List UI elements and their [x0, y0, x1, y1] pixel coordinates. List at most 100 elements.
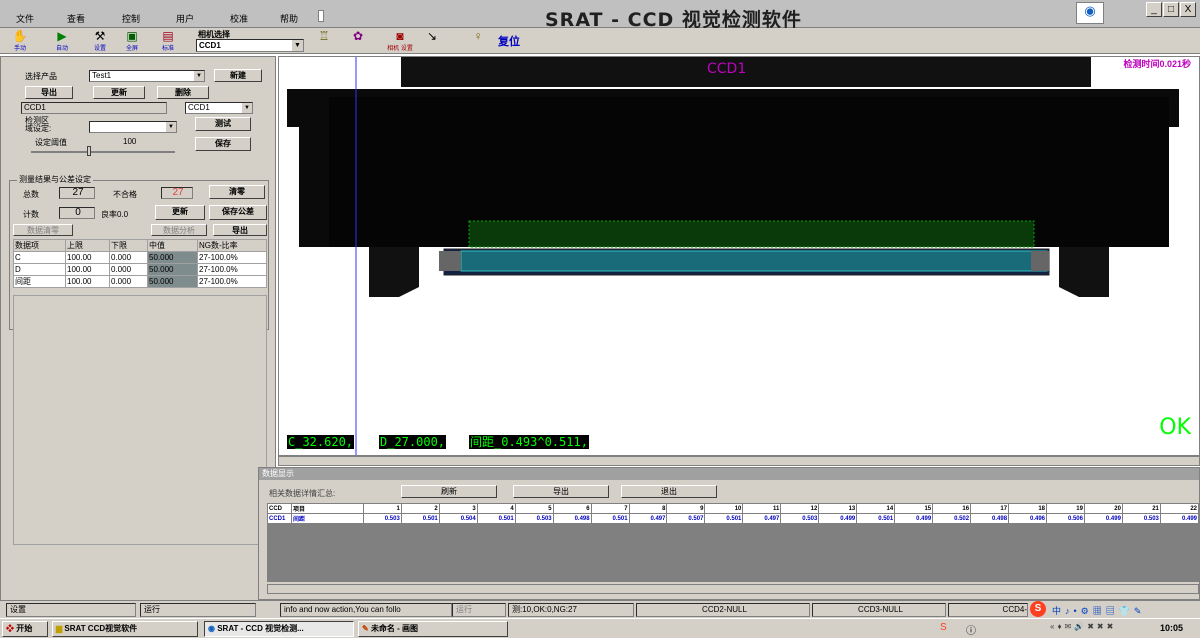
- data-table-cell[interactable]: 0.501: [476, 513, 516, 524]
- horizontal-scrollbar[interactable]: [278, 456, 1200, 466]
- data-table-cell[interactable]: 0.499: [894, 513, 934, 524]
- table-cell[interactable]: 0.000: [109, 263, 148, 276]
- data-table-cell[interactable]: 0.498: [552, 513, 592, 524]
- table-cell[interactable]: 50.000: [147, 251, 198, 264]
- export-button[interactable]: 导出: [25, 86, 73, 99]
- update-results-button[interactable]: 更新: [155, 205, 205, 220]
- auto-button[interactable]: ▶ 自动: [50, 29, 74, 53]
- table-cell[interactable]: 间距: [13, 275, 66, 288]
- menu-file[interactable]: 文件: [16, 12, 34, 25]
- save-button[interactable]: 保存: [195, 137, 251, 151]
- table-cell[interactable]: 27-100.0%: [197, 263, 267, 276]
- table-cell[interactable]: 100.00: [65, 251, 110, 264]
- delete-button[interactable]: 删除: [157, 86, 209, 99]
- data-clear-button[interactable]: 数据清零: [13, 224, 73, 236]
- table-cell[interactable]: C: [13, 251, 66, 264]
- product-select[interactable]: Test1 ▼: [89, 70, 205, 82]
- export-results-button[interactable]: 导出: [213, 224, 267, 236]
- start-button[interactable]: ❖ 开始: [2, 621, 48, 637]
- menu-calibrate[interactable]: 校准: [230, 12, 248, 25]
- threshold-slider[interactable]: [31, 146, 175, 156]
- tripod-button[interactable]: ♖: [312, 29, 336, 53]
- system-tray-icons[interactable]: «♦✉🔊✖✖✖: [1050, 622, 1116, 631]
- taskbar-item-folder[interactable]: ▆ SRAT CCD视觉软件: [52, 621, 198, 637]
- data-table-cell[interactable]: 0.503: [362, 513, 402, 524]
- menu-user[interactable]: 用户: [176, 12, 194, 25]
- data-table-cell[interactable]: 0.507: [666, 513, 706, 524]
- table-cell[interactable]: 0.000: [109, 275, 148, 288]
- minimize-button[interactable]: _: [1146, 2, 1162, 17]
- data-table-cell[interactable]: 0.499: [1159, 513, 1200, 524]
- save-tolerance-button[interactable]: 保存公差: [209, 205, 267, 220]
- table-row[interactable]: D 100.00 0.000 50.000 27-100.0%: [13, 263, 267, 276]
- ccd-left-field[interactable]: CCD1: [21, 102, 167, 114]
- table-header: 数据项: [13, 239, 66, 252]
- table-cell[interactable]: 0.000: [109, 251, 148, 264]
- manual-button[interactable]: ✋ 手动: [8, 29, 32, 53]
- settings-button[interactable]: ⚒ 设置: [88, 29, 112, 53]
- data-table-cell[interactable]: 0.501: [400, 513, 440, 524]
- detect-area-select[interactable]: ▼: [89, 121, 177, 133]
- standard-button[interactable]: ▤ 标准: [156, 29, 180, 53]
- fullscreen-label: 全屏: [125, 46, 138, 52]
- data-table-cell[interactable]: 0.497: [742, 513, 782, 524]
- table-cell[interactable]: D: [13, 263, 66, 276]
- data-table-cell[interactable]: 0.499: [1083, 513, 1123, 524]
- camera-image-pane[interactable]: CCD1 检测时间0.021秒 C_32.620, D_27.000, 间距_0…: [278, 56, 1200, 456]
- data-table-cell[interactable]: 0.499: [818, 513, 858, 524]
- ime-tray-icon[interactable]: S: [940, 622, 947, 633]
- menu-view[interactable]: 查看: [67, 12, 85, 25]
- new-button[interactable]: 新建: [214, 69, 262, 82]
- reset-button[interactable]: 复位: [498, 33, 520, 49]
- key-button[interactable]: ♀: [466, 29, 490, 53]
- data-table-cell[interactable]: 0.501: [704, 513, 744, 524]
- data-table-cell[interactable]: 0.502: [932, 513, 972, 524]
- color-button[interactable]: ✿: [346, 29, 370, 53]
- data-table-cell[interactable]: 0.497: [628, 513, 668, 524]
- data-table-cell[interactable]: 0.503: [1121, 513, 1161, 524]
- camera-settings-button[interactable]: ◙ 相机 设置: [386, 29, 414, 53]
- table-cell[interactable]: 27-100.0%: [197, 251, 267, 264]
- data-table-row[interactable]: CCD1 间距 0.503 0.501 0.504 0.501 0.503 0.498 0.50…: [267, 513, 1200, 524]
- fullscreen-button[interactable]: ▣ 全屏: [120, 29, 144, 53]
- close-button[interactable]: X: [1180, 2, 1196, 17]
- clear-button[interactable]: 清零: [209, 185, 265, 199]
- data-table-cell[interactable]: 0.501: [856, 513, 896, 524]
- camera-select[interactable]: CCD1 ▼: [196, 39, 304, 52]
- help-tray-icon[interactable]: ⓘ: [966, 622, 976, 637]
- table-cell[interactable]: 27-100.0%: [197, 275, 267, 288]
- refresh-button[interactable]: 刷新: [401, 485, 497, 498]
- ime-toolbar-icons[interactable]: 中♪•⚙▦▤👕✎: [1052, 604, 1145, 617]
- data-table-cell[interactable]: 0.503: [514, 513, 554, 524]
- taskbar-item-app[interactable]: ◉ SRAT - CCD 视觉检测...: [204, 621, 354, 637]
- table-row[interactable]: 间距 100.00 0.000 50.000 27-100.0%: [13, 275, 267, 288]
- data-scrollbar[interactable]: [267, 584, 1199, 594]
- table-cell[interactable]: 100.00: [65, 263, 110, 276]
- test-button[interactable]: 测试: [195, 117, 251, 131]
- data-table-cell[interactable]: 间距: [290, 513, 364, 524]
- menu-control[interactable]: 控制: [122, 12, 140, 25]
- taskbar-item-paint[interactable]: ✎ 未命名 - 画图: [358, 621, 508, 637]
- data-table-cell[interactable]: CCD1: [267, 513, 292, 524]
- ime-logo-icon[interactable]: S: [1030, 601, 1046, 617]
- data-table-cell[interactable]: 0.503: [780, 513, 820, 524]
- data-export-button[interactable]: 导出: [513, 485, 609, 498]
- update-button[interactable]: 更新: [93, 86, 145, 99]
- data-table-cell[interactable]: 0.506: [1046, 513, 1085, 524]
- status-run: 运行: [452, 603, 506, 617]
- data-table-cell[interactable]: 0.501: [590, 513, 630, 524]
- table-cell[interactable]: 50.000: [147, 263, 198, 276]
- table-cell[interactable]: 100.00: [65, 275, 110, 288]
- data-table-cell[interactable]: 0.496: [1008, 513, 1048, 524]
- data-analysis-button[interactable]: 数据分析: [151, 224, 207, 236]
- ccd-right-select[interactable]: CCD1 ▼: [185, 102, 253, 114]
- measure-button[interactable]: ↘: [420, 29, 444, 53]
- table-row[interactable]: C 100.00 0.000 50.000 27-100.0%: [13, 251, 267, 264]
- data-table-cell[interactable]: 0.498: [970, 513, 1010, 524]
- maximize-button[interactable]: □: [1163, 2, 1179, 17]
- data-table-cell[interactable]: 0.504: [438, 513, 478, 524]
- slider-thumb[interactable]: [87, 146, 91, 156]
- table-cell[interactable]: 50.000: [147, 275, 198, 288]
- exit-button[interactable]: 退出: [621, 485, 717, 498]
- menu-help[interactable]: 帮助: [280, 12, 298, 25]
